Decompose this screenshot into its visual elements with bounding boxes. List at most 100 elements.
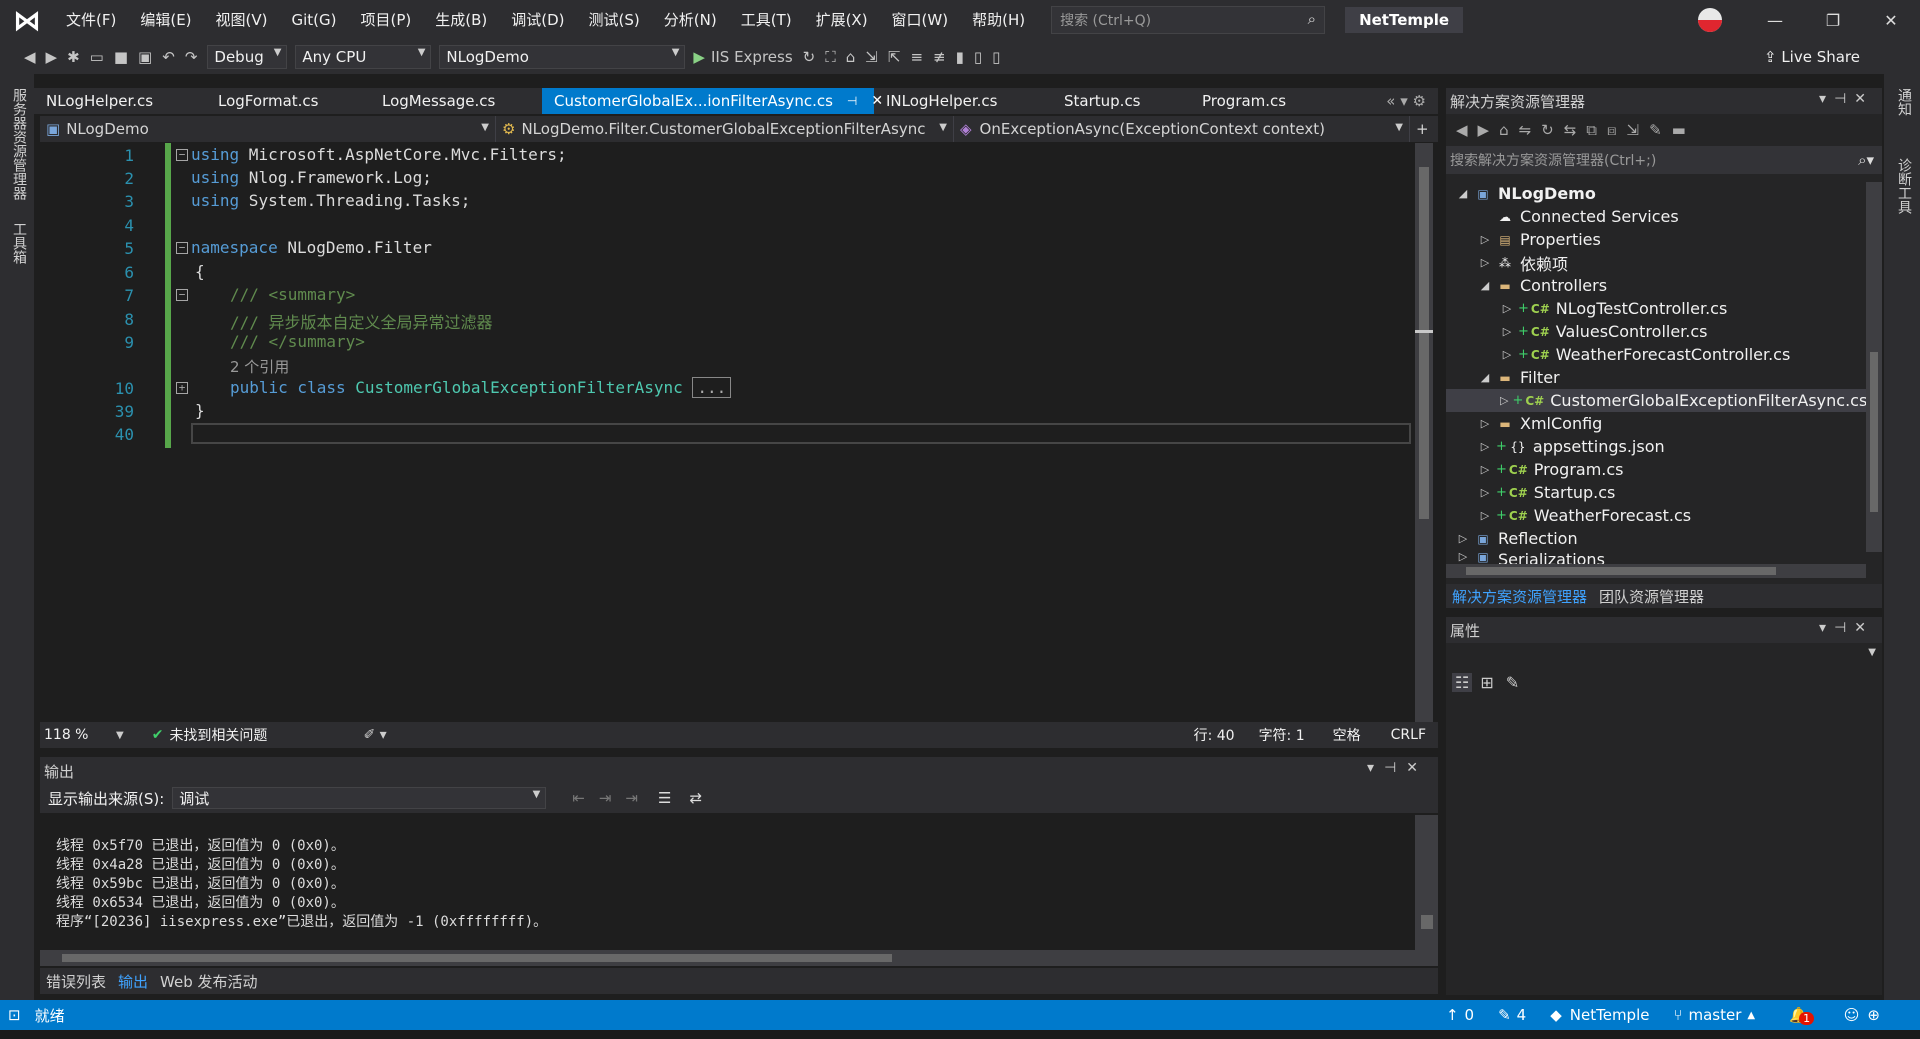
menu-help[interactable]: 帮助(H) bbox=[960, 0, 1037, 40]
tree-node-customerglobalexceptionfilterasync[interactable]: ▷ + C# CustomerGlobalExceptionFilterAsync.c… bbox=[1446, 389, 1867, 412]
tree-node-startup[interactable]: ▷ + C# Startup.cs bbox=[1446, 481, 1866, 504]
member-dropdown[interactable]: ◈ OnExceptionAsync(ExceptionContext cont… bbox=[954, 116, 1410, 142]
changes-count[interactable]: 4 bbox=[1517, 1006, 1527, 1024]
browser-link-icon[interactable]: ⛶ bbox=[825, 48, 836, 66]
tree-node-appsettings[interactable]: ▷ +{} appsettings.json bbox=[1446, 435, 1866, 458]
branch-icon[interactable]: ⑂ bbox=[1673, 1006, 1682, 1024]
menu-tools[interactable]: 工具(T) bbox=[729, 0, 804, 40]
tab-solution-explorer[interactable]: 解决方案资源管理器 bbox=[1446, 586, 1593, 607]
live-share-button[interactable]: ⇪ Live Share bbox=[1764, 48, 1860, 66]
startup-project-select[interactable]: NLogDemo ▼ bbox=[439, 45, 686, 69]
forward-icon[interactable]: ▶ bbox=[46, 48, 58, 66]
char-indicator[interactable]: 字符: 1 bbox=[1259, 725, 1305, 745]
solution-search-input[interactable]: 搜索解决方案资源管理器(Ctrl+;) ⌕▾ bbox=[1446, 146, 1882, 174]
repo-icon[interactable]: ◆ bbox=[1550, 1006, 1562, 1024]
collapsed-arrow-icon[interactable]: ▷ bbox=[1500, 394, 1508, 407]
collapsed-region[interactable]: ... bbox=[692, 377, 732, 398]
menu-analyze[interactable]: 分析(N) bbox=[652, 0, 729, 40]
tab-customerglobalexceptionfilterasync[interactable]: CustomerGlobalEx...ionFilterAsync.cs ⊣ ✕ bbox=[542, 88, 883, 114]
menu-extensions[interactable]: 扩展(X) bbox=[804, 0, 880, 40]
menu-project[interactable]: 项目(P) bbox=[349, 0, 424, 40]
tree-node-xmlconfig[interactable]: ▷ ▬ XmlConfig bbox=[1446, 412, 1866, 435]
output-source-select[interactable]: 调试 ▼ bbox=[172, 787, 547, 809]
collapsed-arrow-icon[interactable]: ▷ bbox=[1456, 550, 1470, 563]
toolbox-tab[interactable]: 工具箱 bbox=[9, 222, 29, 264]
pane-controls-icon[interactable]: ▾⊣✕ bbox=[1819, 620, 1874, 636]
word-wrap-icon[interactable]: ⇄ bbox=[689, 789, 702, 807]
fold-expand-icon[interactable]: + bbox=[176, 382, 188, 394]
scrollbar-thumb[interactable] bbox=[1421, 915, 1433, 929]
solution-toolbar-icons[interactable]: ◀▶⌂⇋↻⇆⧉⧈⇲✎▬ bbox=[1456, 121, 1696, 139]
scrollbar-thumb[interactable] bbox=[1419, 167, 1429, 519]
split-icon[interactable]: + bbox=[1410, 116, 1438, 142]
branch-name[interactable]: master bbox=[1688, 1006, 1741, 1024]
issues-status[interactable]: 未找到相关问题 bbox=[169, 725, 267, 745]
menu-edit[interactable]: 编辑(E) bbox=[128, 0, 203, 40]
tree-node-nlogdemo[interactable]: ◢ ▣ NLogDemo bbox=[1446, 182, 1866, 205]
tree-node-serializations[interactable]: ▷ ▣ Serializations bbox=[1446, 550, 1866, 564]
menu-build[interactable]: 生成(B) bbox=[423, 0, 499, 40]
tree-node-weatherforecast[interactable]: ▷ + C# WeatherForecast.cs bbox=[1446, 504, 1866, 527]
step-into-icon[interactable]: ⇲ bbox=[865, 48, 878, 66]
tab-logmessage[interactable]: LogMessage.cs bbox=[370, 88, 542, 114]
zoom-select[interactable]: 118 % bbox=[44, 727, 116, 743]
tab-overflow-icon[interactable]: « ▾ ⚙ bbox=[1374, 88, 1438, 114]
download-icon[interactable]: ⊕ bbox=[1867, 1006, 1880, 1024]
menu-test[interactable]: 测试(S) bbox=[577, 0, 652, 40]
tab-error-list[interactable]: 错误列表 bbox=[40, 971, 112, 992]
properties-object-select[interactable]: ▼ bbox=[1446, 643, 1882, 667]
spaces-indicator[interactable]: 空格 bbox=[1333, 725, 1361, 745]
search-icon[interactable]: ⌕▾ bbox=[1858, 151, 1874, 169]
collapsed-arrow-icon[interactable]: ▷ bbox=[1478, 463, 1492, 476]
scrollbar-thumb[interactable] bbox=[1870, 352, 1878, 512]
undo-icon[interactable]: ↶ bbox=[162, 48, 175, 66]
fold-collapse-icon[interactable]: − bbox=[176, 149, 188, 161]
tab-startup[interactable]: Startup.cs bbox=[1052, 88, 1190, 114]
output-vertical-scrollbar[interactable] bbox=[1415, 815, 1438, 950]
search-icon[interactable]: ⌕ bbox=[1308, 10, 1316, 28]
minimize-icon[interactable]: — bbox=[1746, 0, 1804, 40]
pencil-icon[interactable]: ✎ bbox=[1498, 1006, 1511, 1024]
avatar[interactable] bbox=[1698, 8, 1722, 32]
collapsed-arrow-icon[interactable]: ▷ bbox=[1478, 417, 1492, 430]
fold-collapse-icon[interactable]: − bbox=[176, 289, 188, 301]
refresh-icon[interactable]: ↻ bbox=[803, 48, 816, 66]
notifications-tab[interactable]: 通知 bbox=[1894, 88, 1914, 116]
comment-icon[interactable]: ≡ bbox=[910, 48, 923, 66]
collapsed-arrow-icon[interactable]: ▷ bbox=[1500, 348, 1514, 361]
tab-team-explorer[interactable]: 团队资源管理器 bbox=[1593, 586, 1710, 607]
tree-node-properties[interactable]: ▷ ▤ Properties bbox=[1446, 228, 1866, 251]
menu-git[interactable]: Git(G) bbox=[280, 0, 349, 40]
collapsed-arrow-icon[interactable]: ▷ bbox=[1478, 440, 1492, 453]
tab-logformat[interactable]: LogFormat.cs bbox=[206, 88, 370, 114]
output-tool-icons[interactable]: ⇤⇥⇥ bbox=[572, 789, 652, 807]
expand-arrow-icon[interactable]: ◢ bbox=[1478, 279, 1492, 292]
solution-vertical-scrollbar[interactable] bbox=[1866, 182, 1882, 552]
tree-node-connected-services[interactable]: ☁ Connected Services bbox=[1446, 205, 1866, 228]
redo-icon[interactable]: ↷ bbox=[185, 48, 198, 66]
tab-nloghelper[interactable]: NLogHelper.cs bbox=[34, 88, 206, 114]
tree-node-program[interactable]: ▷ + C# Program.cs bbox=[1446, 458, 1866, 481]
uncomment-icon[interactable]: ≢ bbox=[933, 48, 946, 66]
new-project-icon[interactable]: ✱ bbox=[67, 48, 80, 66]
hot-reload-icon[interactable]: ⌂ bbox=[846, 48, 856, 66]
collapsed-arrow-icon[interactable]: ▷ bbox=[1500, 302, 1514, 315]
fold-collapse-icon[interactable]: − bbox=[176, 242, 188, 254]
pin-icon[interactable]: ⊣ bbox=[847, 94, 857, 108]
output-horizontal-scrollbar[interactable] bbox=[40, 950, 1438, 966]
tab-web-publish[interactable]: Web 发布活动 bbox=[154, 971, 263, 992]
project-dropdown[interactable]: ▣ NLogDemo ▼ bbox=[40, 116, 496, 142]
step-over-icon[interactable]: ⇱ bbox=[888, 48, 901, 66]
collapsed-arrow-icon[interactable]: ▷ bbox=[1478, 486, 1492, 499]
tree-node-dependencies[interactable]: ▷ ⁂ 依赖项 bbox=[1446, 251, 1866, 274]
tab-output[interactable]: 输出 bbox=[112, 971, 154, 992]
categorized-icon[interactable]: ☷ bbox=[1452, 672, 1473, 692]
property-pages-icon[interactable]: ✎ bbox=[1506, 673, 1519, 692]
collapsed-arrow-icon[interactable]: ▷ bbox=[1478, 233, 1492, 246]
collapsed-arrow-icon[interactable]: ▷ bbox=[1478, 509, 1492, 522]
menu-view[interactable]: 视图(V) bbox=[204, 0, 280, 40]
expand-arrow-icon[interactable]: ◢ bbox=[1478, 371, 1492, 384]
tree-node-reflection[interactable]: ▷ ▣ Reflection bbox=[1446, 527, 1866, 550]
server-explorer-tab[interactable]: 服务器资源管理器 bbox=[9, 88, 29, 200]
diagnostic-tools-tab[interactable]: 诊断工具 bbox=[1894, 158, 1914, 214]
